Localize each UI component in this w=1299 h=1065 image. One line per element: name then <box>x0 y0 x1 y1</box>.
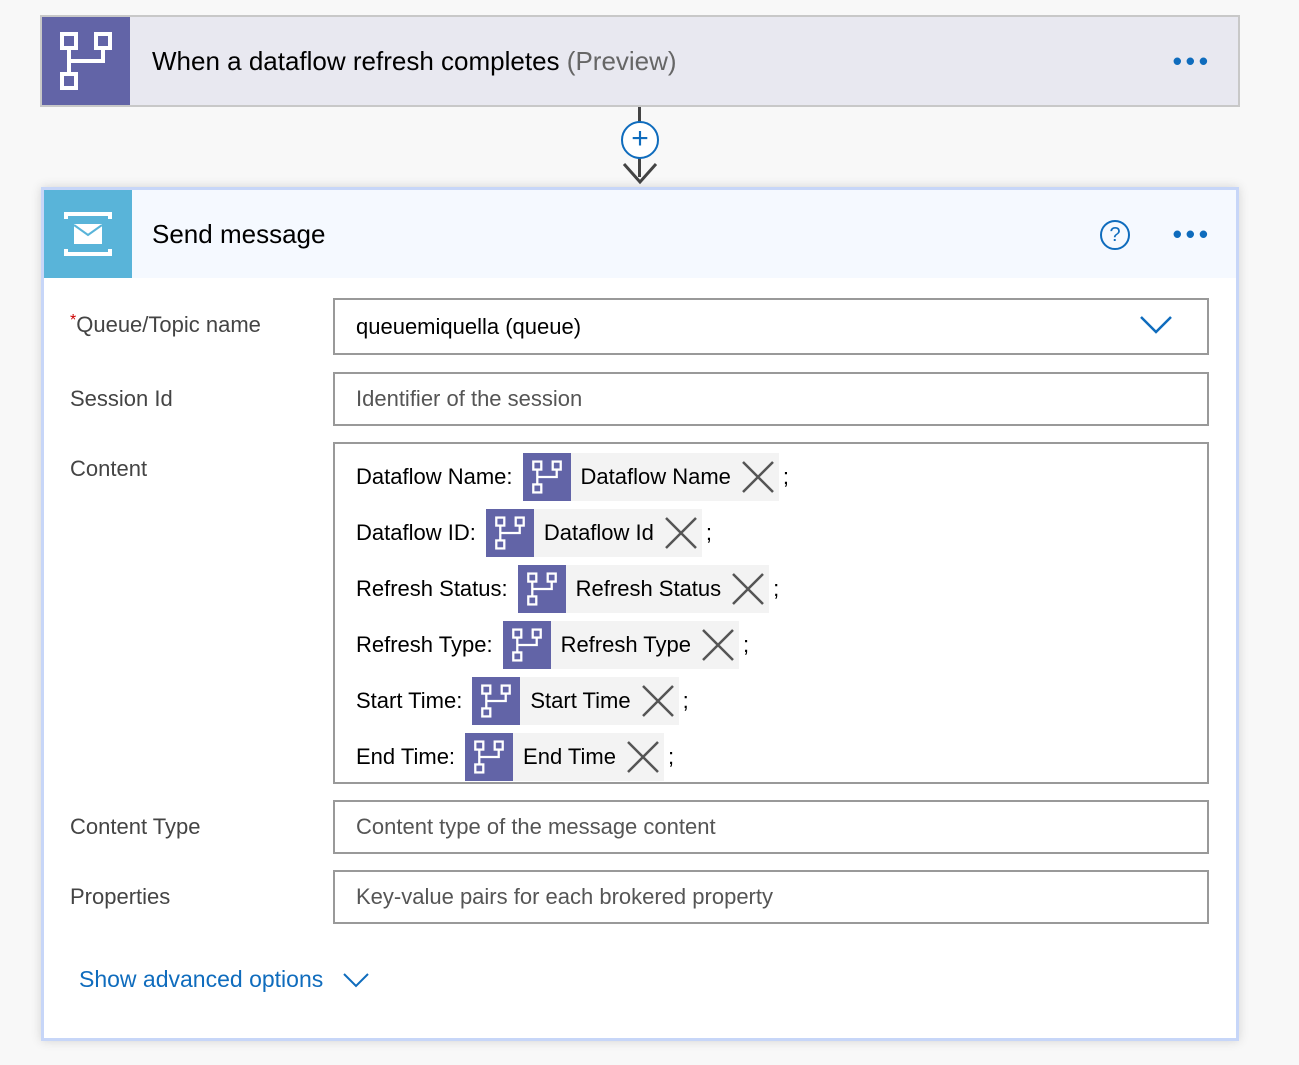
remove-token-icon[interactable] <box>626 740 660 774</box>
queue-dropdown[interactable]: queuemiquella (queue) <box>333 298 1209 355</box>
add-step-button[interactable]: + <box>621 121 659 159</box>
content-row: End Time: End Time ; <box>356 733 674 781</box>
content-row-label: Refresh Type: <box>356 632 493 657</box>
token-label: Dataflow Name <box>580 464 731 489</box>
content-row: Refresh Status: Refresh Status ; <box>356 565 779 613</box>
session-id-input[interactable]: Identifier of the session <box>333 372 1209 426</box>
properties-input[interactable]: Key-value pairs for each brokered proper… <box>333 870 1209 924</box>
remove-token-icon[interactable] <box>664 516 698 550</box>
service-bus-message-icon <box>44 190 132 278</box>
content-row: Refresh Type: Refresh Type ; <box>356 621 749 669</box>
separator: ; <box>705 520 713 545</box>
queue-value: queuemiquella (queue) <box>356 313 582 339</box>
more-options-button[interactable]: ••• <box>1173 46 1212 77</box>
content-row-label: Start Time: <box>356 688 463 713</box>
dataflow-icon <box>522 453 571 501</box>
token-label: Dataflow Id <box>543 520 654 545</box>
chevron-down-icon <box>1140 316 1172 334</box>
token-label: Start Time <box>530 688 631 713</box>
content-row-label: Dataflow ID: <box>356 520 476 545</box>
separator: ; <box>782 464 790 489</box>
content-row-label: End Time: <box>356 744 456 769</box>
dynamic-token[interactable]: End Time <box>465 733 664 781</box>
trigger-title: When a dataflow refresh completes (Previ… <box>152 45 677 76</box>
dynamic-token[interactable]: Dataflow Name <box>522 453 779 501</box>
token-label: End Time <box>523 744 616 769</box>
queue-label: *Queue/Topic name <box>70 312 261 337</box>
separator: ; <box>773 576 780 601</box>
show-advanced-options-link[interactable]: Show advanced options <box>79 966 369 993</box>
dataflow-icon <box>472 677 521 725</box>
properties-label: Properties <box>70 884 171 909</box>
content-type-label: Content Type <box>70 814 201 839</box>
content-row: Dataflow Name: Dataflow Name ; <box>356 453 789 501</box>
arrow-down-icon <box>622 163 658 185</box>
dynamic-token[interactable]: Refresh Status <box>517 565 770 613</box>
remove-token-icon[interactable] <box>641 684 675 718</box>
remove-token-icon[interactable] <box>741 460 775 494</box>
chevron-down-icon <box>343 972 369 987</box>
token-label: Refresh Status <box>575 576 722 601</box>
separator: ; <box>667 744 675 769</box>
content-row: Dataflow ID: Dataflow Id ; <box>356 509 712 557</box>
dataflow-icon <box>465 733 514 781</box>
send-message-card: Send message ? ••• *Queue/Topic name que… <box>41 187 1239 1041</box>
remove-token-icon[interactable] <box>701 628 735 662</box>
dynamic-token[interactable]: Dataflow Id <box>485 509 702 557</box>
content-input[interactable]: Dataflow Name: Dataflow Name ; Dataflow I… <box>333 442 1209 784</box>
dataflow-icon <box>502 621 551 669</box>
remove-token-icon[interactable] <box>731 572 765 606</box>
dataflow-icon <box>42 17 130 105</box>
separator: ; <box>682 688 689 713</box>
dataflow-icon <box>517 565 566 613</box>
session-label: Session Id <box>70 386 173 411</box>
dynamic-token[interactable]: Refresh Type <box>502 621 740 669</box>
token-label: Refresh Type <box>560 632 692 657</box>
content-row: Start Time: Start Time ; <box>356 677 689 725</box>
content-row-label: Refresh Status: <box>356 576 508 601</box>
content-label: Content <box>70 456 148 481</box>
separator: ; <box>743 632 750 657</box>
trigger-card[interactable]: When a dataflow refresh completes (Previ… <box>40 15 1240 107</box>
more-options-button[interactable]: ••• <box>1173 219 1212 250</box>
dynamic-token[interactable]: Start Time <box>472 677 679 725</box>
dataflow-icon <box>485 509 534 557</box>
content-type-input[interactable]: Content type of the message content <box>333 800 1209 854</box>
card-header[interactable]: Send message ? ••• <box>44 190 1236 278</box>
action-title: Send message <box>152 218 326 249</box>
help-icon[interactable]: ? <box>1100 220 1130 250</box>
content-row-label: Dataflow Name: <box>356 464 513 489</box>
